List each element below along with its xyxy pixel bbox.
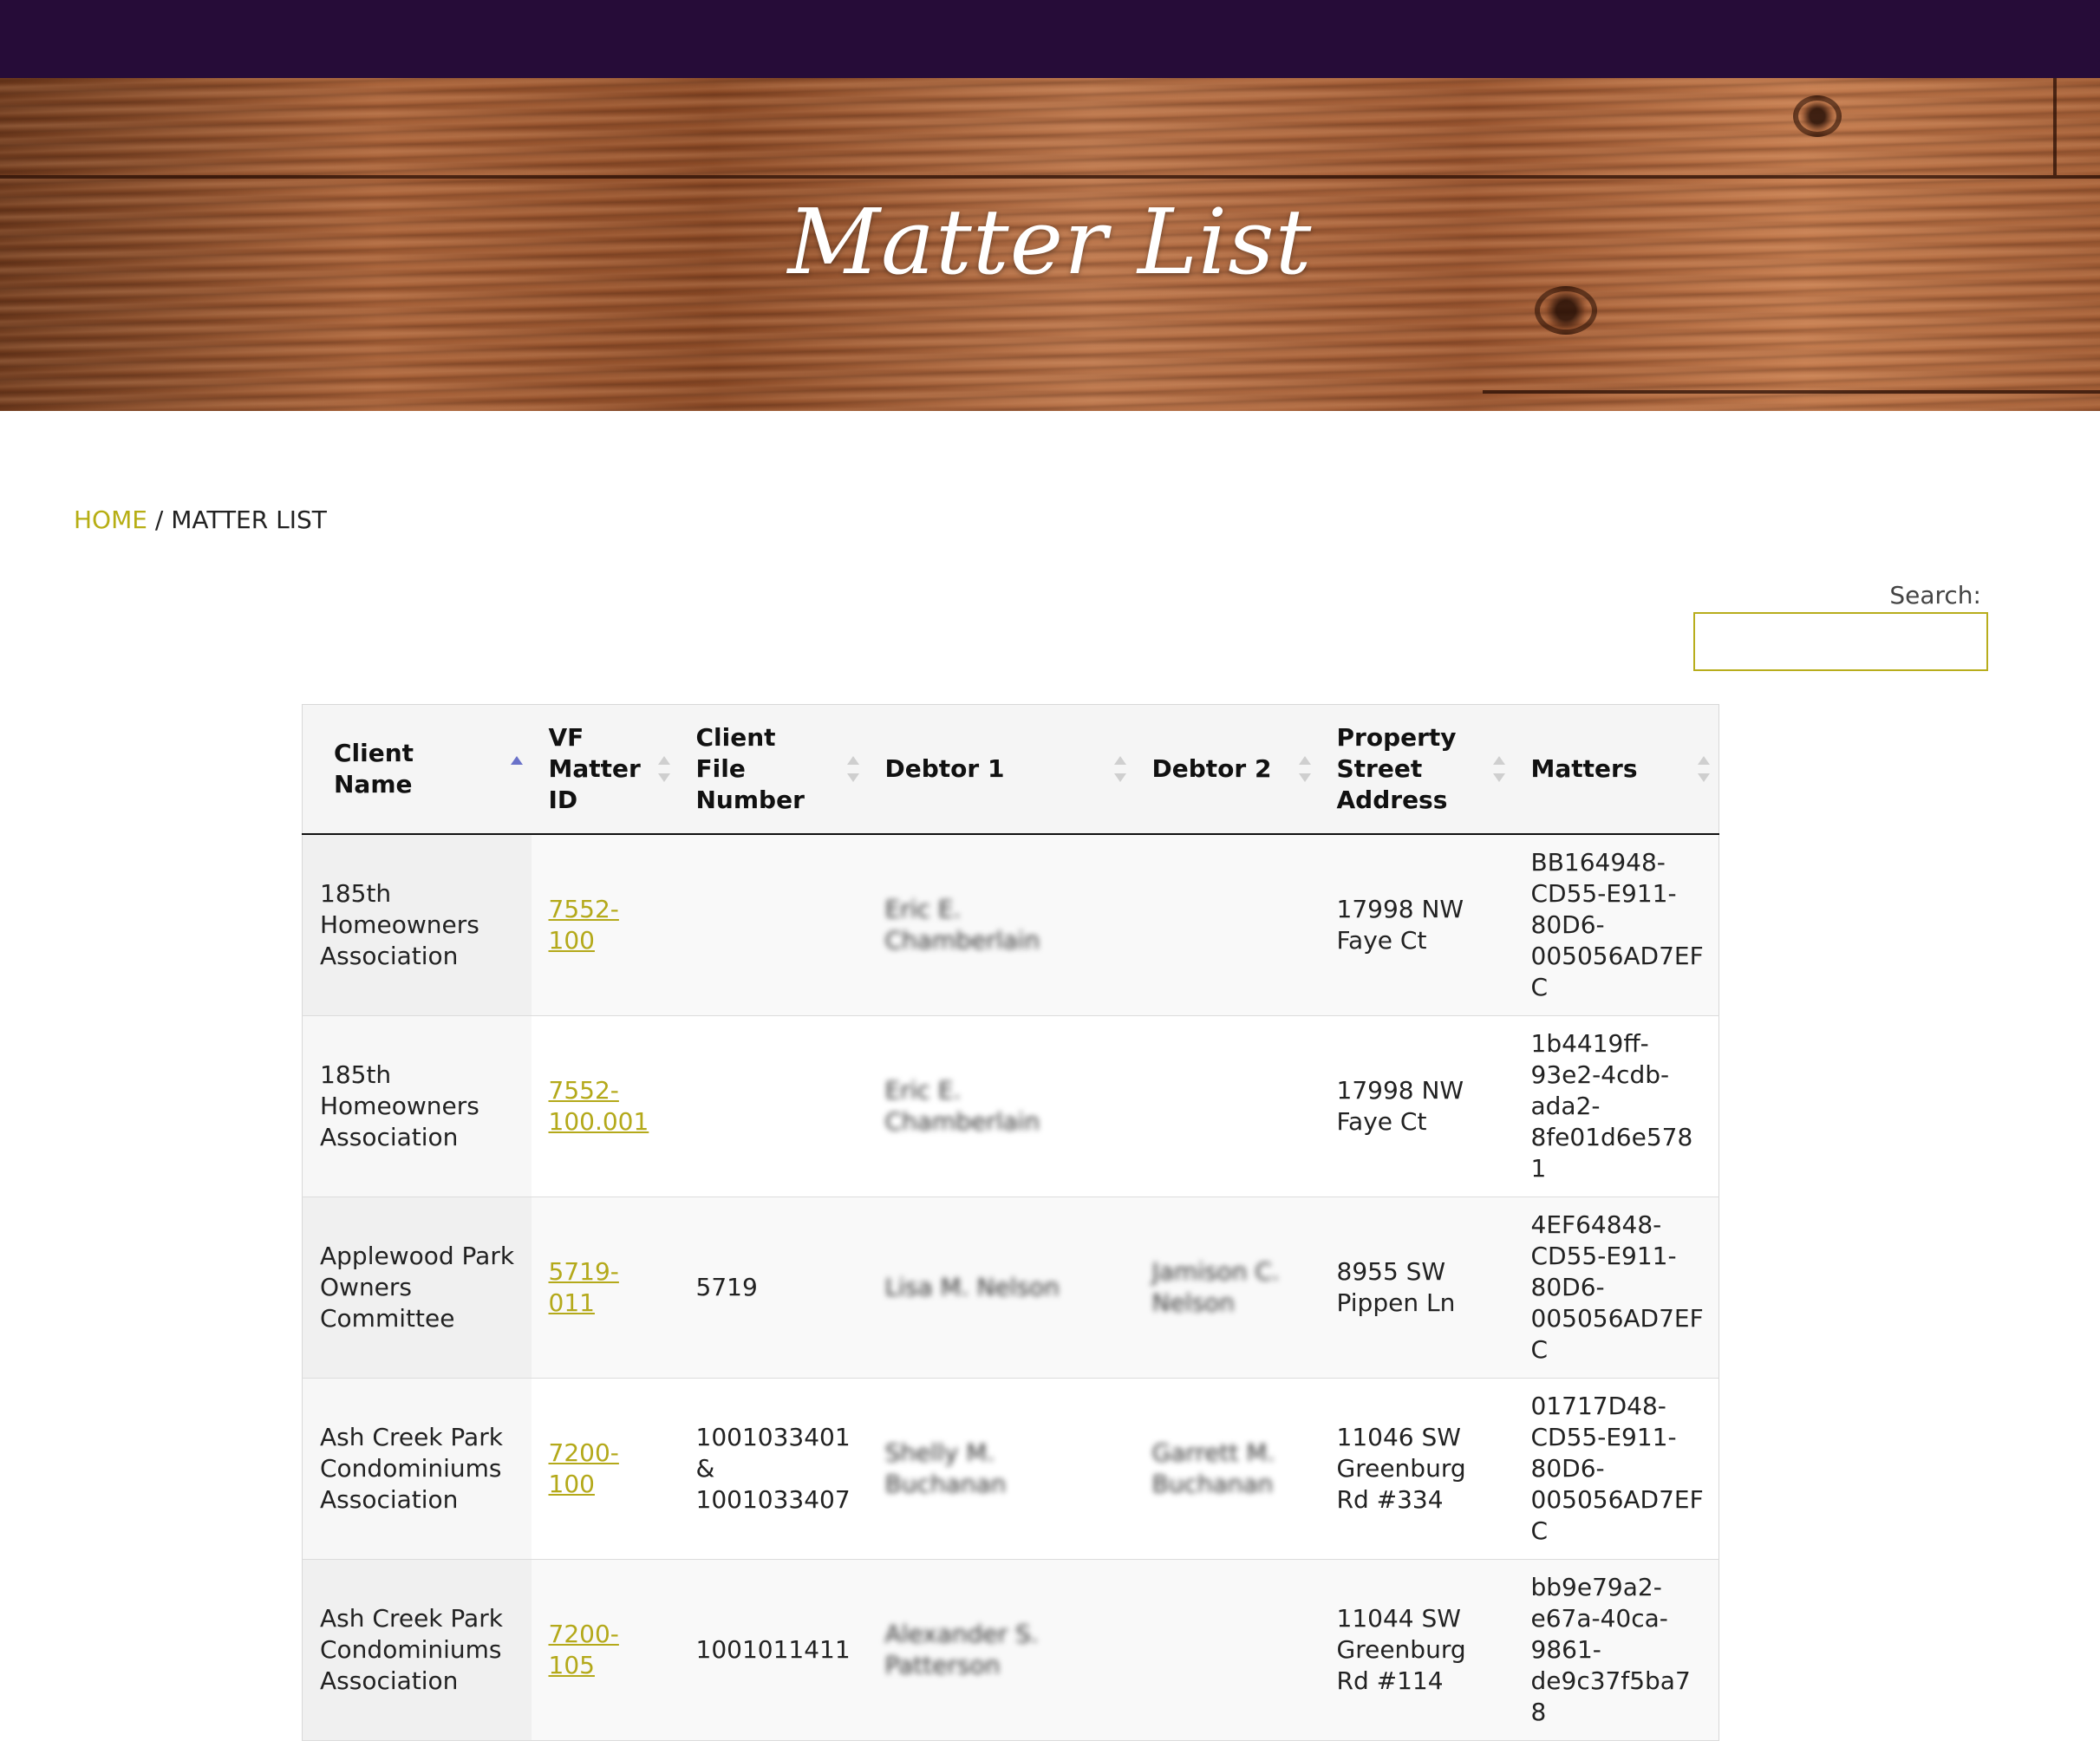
cell-client-file-number bbox=[678, 1015, 868, 1197]
column-header-debtor-2[interactable]: Debtor 2 bbox=[1134, 704, 1320, 835]
sort-icon bbox=[1698, 756, 1710, 782]
cell-debtor-1: Lisa M. Nelson bbox=[867, 1197, 1135, 1379]
cell-debtor-1: Eric E. Chamberlain bbox=[867, 834, 1135, 1016]
cell-property-address: 11044 SW Greenburg Rd #114 bbox=[1319, 1559, 1514, 1741]
column-header-label: VF Matter ID bbox=[548, 723, 641, 814]
column-header-debtor-1[interactable]: Debtor 1 bbox=[867, 704, 1135, 835]
cell-property-address: 17998 NW Faye Ct bbox=[1319, 834, 1514, 1016]
search-input[interactable] bbox=[1693, 612, 1988, 671]
table-row: 185th Homeowners Association 7552-100.00… bbox=[302, 1015, 1719, 1197]
page-title: Matter List bbox=[787, 189, 1313, 295]
table-row: 185th Homeowners Association 7552-100 Er… bbox=[302, 834, 1719, 1016]
cell-property-address: 11046 SW Greenburg Rd #334 bbox=[1319, 1378, 1514, 1560]
column-header-label: Debtor 2 bbox=[1151, 754, 1272, 783]
cell-debtor-2: Garrett M. Buchanan bbox=[1134, 1378, 1320, 1560]
matter-id-link[interactable]: 7552-100.001 bbox=[549, 1076, 649, 1136]
matter-id-link[interactable]: 7200-100 bbox=[549, 1438, 619, 1498]
sort-icon bbox=[1113, 756, 1126, 782]
cell-debtor-2: Jamison C. Nelson bbox=[1134, 1197, 1320, 1379]
breadcrumb-separator: / bbox=[147, 505, 172, 534]
breadcrumb-current: MATTER LIST bbox=[171, 505, 327, 534]
cell-matter-guid: 1b4419ff-93e2-4cdb-ada2-8fe01d6e5781 bbox=[1513, 1015, 1719, 1197]
matter-table: Client Name VF Matter ID Client File Num… bbox=[302, 704, 1719, 1741]
table-row: Ash Creek Park Condominiums Association … bbox=[302, 1559, 1719, 1741]
cell-property-address: 17998 NW Faye Ct bbox=[1319, 1015, 1514, 1197]
hero-banner: Matter List bbox=[0, 78, 2100, 411]
cell-debtor-1: Eric E. Chamberlain bbox=[867, 1015, 1135, 1197]
debtor-name-redacted: Shelly M. Buchanan bbox=[884, 1438, 1007, 1498]
sort-icon bbox=[1298, 756, 1311, 782]
cell-client-name: Ash Creek Park Condominiums Association bbox=[302, 1378, 532, 1560]
debtor-name-redacted: Garrett M. Buchanan bbox=[1151, 1438, 1275, 1498]
debtor-name-redacted: Lisa M. Nelson bbox=[884, 1273, 1060, 1301]
debtor-name-redacted: Eric E. Chamberlain bbox=[884, 895, 1040, 955]
wood-plank-seam bbox=[1483, 390, 2100, 394]
cell-debtor-1: Shelly M. Buchanan bbox=[867, 1378, 1135, 1560]
table-row: Applewood Park Owners Committee 5719-011… bbox=[302, 1197, 1719, 1379]
cell-matter-guid: bb9e79a2-e67a-40ca-9861-de9c37f5ba78 bbox=[1513, 1559, 1719, 1741]
matter-id-link[interactable]: 5719-011 bbox=[549, 1257, 619, 1317]
column-header-label: Client File Number bbox=[695, 723, 805, 814]
cell-debtor-2 bbox=[1134, 1559, 1320, 1741]
debtor-name-redacted: Alexander S. Patterson bbox=[884, 1620, 1039, 1679]
cell-matter-id: 7552-100 bbox=[531, 834, 679, 1016]
top-nav-bar bbox=[0, 0, 2100, 78]
wood-plank-seam bbox=[0, 175, 2100, 179]
cell-matter-id: 7552-100.001 bbox=[531, 1015, 679, 1197]
column-header-label: Property Street Address bbox=[1336, 723, 1457, 814]
wood-knot bbox=[1793, 95, 1842, 137]
breadcrumb-home-link[interactable]: HOME bbox=[74, 505, 147, 534]
cell-matter-guid: 01717D48-CD55-E911-80D6-005056AD7EFC bbox=[1513, 1378, 1719, 1560]
column-header-vf-matter-id[interactable]: VF Matter ID bbox=[531, 704, 679, 835]
breadcrumb: HOME / MATTER LIST bbox=[74, 505, 327, 534]
column-header-client-name[interactable]: Client Name bbox=[302, 704, 532, 835]
column-header-matters[interactable]: Matters bbox=[1513, 704, 1719, 835]
sort-icon bbox=[1492, 756, 1505, 782]
cell-debtor-2 bbox=[1134, 1015, 1320, 1197]
cell-matter-guid: 4EF64848-CD55-E911-80D6-005056AD7EFC bbox=[1513, 1197, 1719, 1379]
column-header-client-file-number[interactable]: Client File Number bbox=[678, 704, 868, 835]
sort-icon bbox=[846, 756, 859, 782]
debtor-name-redacted: Eric E. Chamberlain bbox=[884, 1076, 1040, 1136]
wood-plank-seam bbox=[2053, 78, 2057, 175]
cell-property-address: 8955 SW Pippen Ln bbox=[1319, 1197, 1514, 1379]
cell-client-name: 185th Homeowners Association bbox=[302, 1015, 532, 1197]
matter-id-link[interactable]: 7552-100 bbox=[549, 895, 619, 955]
cell-matter-id: 5719-011 bbox=[531, 1197, 679, 1379]
column-header-label: Client Name bbox=[334, 739, 414, 799]
search-label: Search: bbox=[1889, 581, 1981, 610]
table-header-row: Client Name VF Matter ID Client File Num… bbox=[302, 704, 1719, 835]
cell-client-file-number: 1001011411 bbox=[678, 1559, 868, 1741]
cell-matter-guid: BB164948-CD55-E911-80D6-005056AD7EFC bbox=[1513, 834, 1719, 1016]
cell-client-name: 185th Homeowners Association bbox=[302, 834, 532, 1016]
cell-client-name: Ash Creek Park Condominiums Association bbox=[302, 1559, 532, 1741]
cell-client-file-number: 5719 bbox=[678, 1197, 868, 1379]
sort-icon bbox=[657, 756, 670, 782]
column-header-property-street-address[interactable]: Property Street Address bbox=[1319, 704, 1514, 835]
column-header-label: Debtor 1 bbox=[884, 754, 1005, 783]
cell-matter-id: 7200-100 bbox=[531, 1378, 679, 1560]
cell-client-file-number bbox=[678, 834, 868, 1016]
column-header-label: Matters bbox=[1530, 754, 1638, 783]
cell-matter-id: 7200-105 bbox=[531, 1559, 679, 1741]
cell-client-name: Applewood Park Owners Committee bbox=[302, 1197, 532, 1379]
cell-client-file-number: 1001033401 & 1001033407 bbox=[678, 1378, 868, 1560]
matter-id-link[interactable]: 7200-105 bbox=[549, 1620, 619, 1679]
cell-debtor-1: Alexander S. Patterson bbox=[867, 1559, 1135, 1741]
debtor-name-redacted: Jamison C. Nelson bbox=[1151, 1257, 1280, 1317]
sort-asc-icon bbox=[510, 756, 523, 782]
cell-debtor-2 bbox=[1134, 834, 1320, 1016]
table-row: Ash Creek Park Condominiums Association … bbox=[302, 1378, 1719, 1560]
